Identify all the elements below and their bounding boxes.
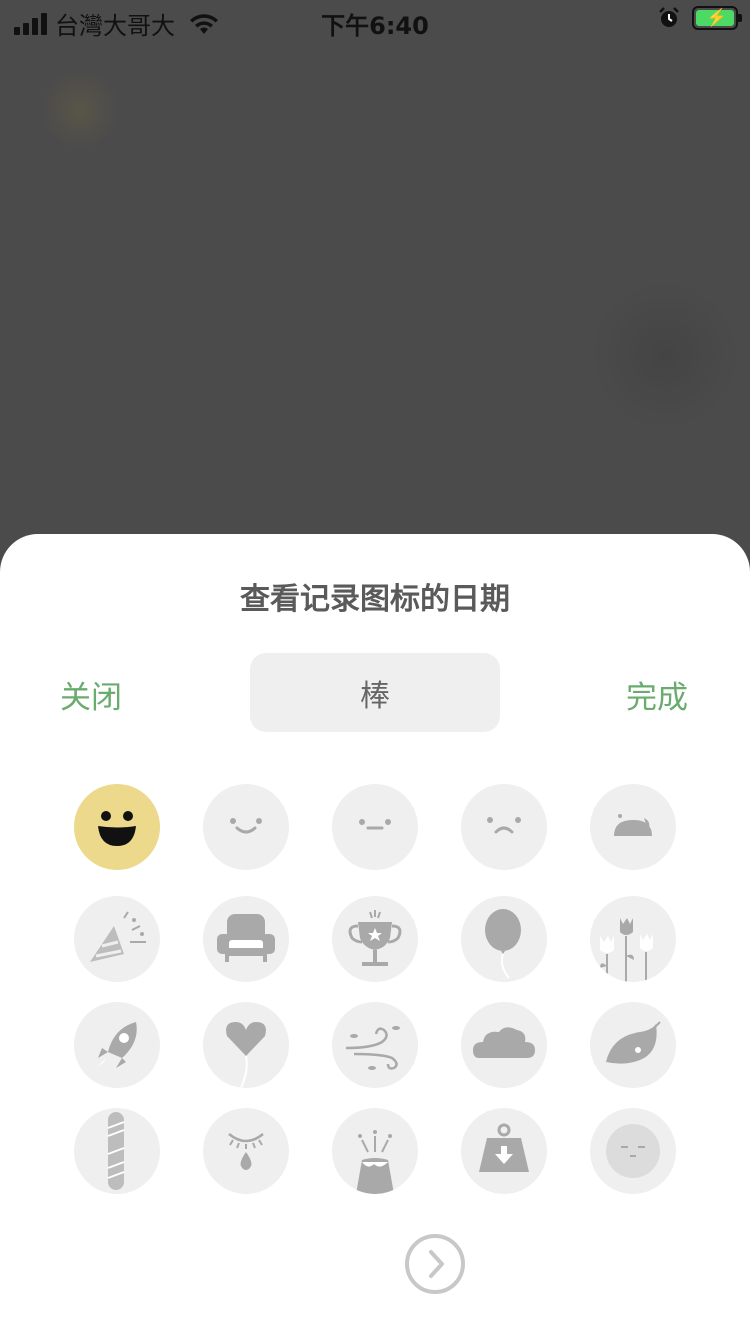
close-button[interactable]: 关闭 bbox=[60, 672, 122, 717]
party-popper-icon[interactable] bbox=[74, 896, 160, 982]
cloud-icon[interactable] bbox=[461, 1002, 547, 1088]
sleepy-eye-icon[interactable] bbox=[203, 1108, 289, 1194]
battery-icon: ⚡ bbox=[692, 6, 742, 30]
rocket-icon[interactable] bbox=[74, 1002, 160, 1088]
volcano-icon[interactable] bbox=[332, 1108, 418, 1194]
status-bar: 台灣大哥大 下午6:40 ⚡ bbox=[0, 0, 750, 40]
status-right: ⚡ bbox=[658, 6, 742, 30]
tulips-icon[interactable] bbox=[590, 896, 676, 982]
balloon-icon[interactable] bbox=[461, 896, 547, 982]
sleepy-face-icon[interactable] bbox=[590, 1108, 676, 1194]
heart-balloon-icon[interactable] bbox=[203, 1002, 289, 1088]
frown-face-icon[interactable] bbox=[461, 784, 547, 870]
selected-label-box: 棒 bbox=[250, 653, 500, 732]
done-button[interactable]: 完成 bbox=[626, 672, 688, 717]
neutral-face-icon[interactable] bbox=[332, 784, 418, 870]
armchair-icon[interactable] bbox=[203, 896, 289, 982]
status-time: 下午6:40 bbox=[321, 12, 429, 40]
bottom-sheet: 查看记录图标的日期 关闭 棒 完成 bbox=[0, 534, 750, 1334]
chevron-right-icon bbox=[429, 1250, 444, 1278]
weight-icon[interactable] bbox=[461, 1108, 547, 1194]
next-page-button[interactable] bbox=[405, 1234, 465, 1294]
selected-label: 棒 bbox=[360, 678, 390, 714]
crying-face-icon[interactable] bbox=[590, 784, 676, 870]
smile-face-icon[interactable] bbox=[203, 784, 289, 870]
background-blob bbox=[590, 280, 740, 430]
bandage-icon[interactable] bbox=[74, 1108, 160, 1194]
wind-icon[interactable] bbox=[332, 1002, 418, 1088]
grin-face-icon[interactable] bbox=[74, 784, 160, 870]
trophy-icon[interactable] bbox=[332, 896, 418, 982]
icon-grid bbox=[74, 784, 676, 1194]
sheet-title: 查看记录图标的日期 bbox=[240, 582, 510, 617]
background-blob bbox=[40, 70, 120, 150]
leaf-icon[interactable] bbox=[590, 1002, 676, 1088]
alarm-icon bbox=[659, 7, 679, 27]
